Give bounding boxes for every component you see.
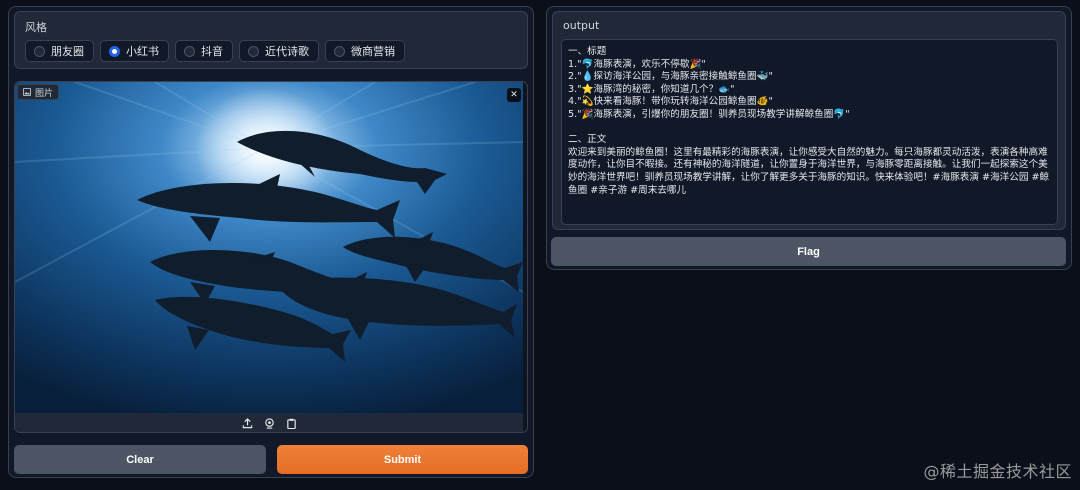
image-label: 图片	[17, 84, 60, 100]
style-option-label: 朋友圈	[51, 45, 84, 58]
radio-unchecked-icon[interactable]	[184, 45, 195, 57]
style-option-pengyouquan[interactable]: 朋友圈	[25, 40, 94, 62]
style-options: 朋友圈 小红书 抖音 近代诗歌 微商营销	[25, 40, 405, 62]
radio-unchecked-icon[interactable]	[34, 45, 45, 57]
output-line: 3."⭐海豚湾的秘密，你知道几个？🐟"	[568, 83, 735, 95]
image-label-text: 图片	[35, 88, 54, 99]
output-line: 5."🎉海豚表演，引爆你的朋友圈！驯养员现场教学讲解鲸鱼圈🐬"	[568, 108, 850, 120]
output-body-heading: 二、正文	[568, 134, 607, 146]
output-line: 4."💫快来看海豚！带你玩转海洋公园鲸鱼圈🐠"	[568, 96, 773, 108]
output-label: output	[563, 19, 600, 32]
style-option-label: 微商营销	[351, 45, 395, 58]
close-icon[interactable]: ✕	[507, 88, 521, 102]
output-line: 2."💧探访海洋公园，与海豚亲密接触鲸鱼圈🐳"	[568, 71, 773, 83]
style-option-label: 抖音	[201, 45, 223, 58]
style-option-douyin[interactable]: 抖音	[175, 40, 233, 62]
image-input: 图片 ✕	[14, 81, 528, 433]
output-body: 欢迎来到美丽的鲸鱼圈！这里有最精彩的海豚表演，让你感受大自然的魅力。每只海豚都灵…	[568, 146, 1050, 196]
style-label: 风格	[25, 21, 47, 34]
clipboard-icon[interactable]	[285, 418, 297, 430]
upload-icon[interactable]	[241, 418, 253, 430]
style-option-marketing[interactable]: 微商营销	[325, 40, 405, 62]
clear-button[interactable]: Clear	[14, 445, 266, 474]
style-option-poetry[interactable]: 近代诗歌	[239, 40, 319, 62]
output-panel: output 一、标题 1."🐬海豚表演，欢乐不停歇🎉" 2."💧探访海洋公园，…	[552, 11, 1066, 230]
image-toolbar	[15, 413, 523, 432]
watermark: @稀土掘金技术社区	[923, 462, 1072, 481]
style-option-label: 近代诗歌	[265, 45, 309, 58]
style-option-xiaohongshu[interactable]: 小红书	[100, 40, 169, 62]
radio-checked-icon[interactable]	[109, 45, 120, 57]
radio-unchecked-icon[interactable]	[334, 45, 345, 57]
flag-button[interactable]: Flag	[551, 237, 1066, 266]
uploaded-image	[15, 82, 523, 413]
output-textbox[interactable]: 一、标题 1."🐬海豚表演，欢乐不停歇🎉" 2."💧探访海洋公园，与海豚亲密接触…	[561, 39, 1058, 225]
output-line: 一、标题	[568, 46, 607, 57]
submit-button[interactable]: Submit	[277, 445, 528, 474]
radio-unchecked-icon[interactable]	[248, 45, 259, 57]
output-line: 1."🐬海豚表演，欢乐不停歇🎉"	[568, 58, 706, 70]
style-option-label: 小红书	[126, 45, 159, 58]
style-radio-group: 风格 朋友圈 小红书 抖音 近代诗歌 微商营销	[14, 11, 528, 69]
webcam-icon[interactable]	[263, 418, 275, 430]
image-icon	[23, 88, 31, 96]
